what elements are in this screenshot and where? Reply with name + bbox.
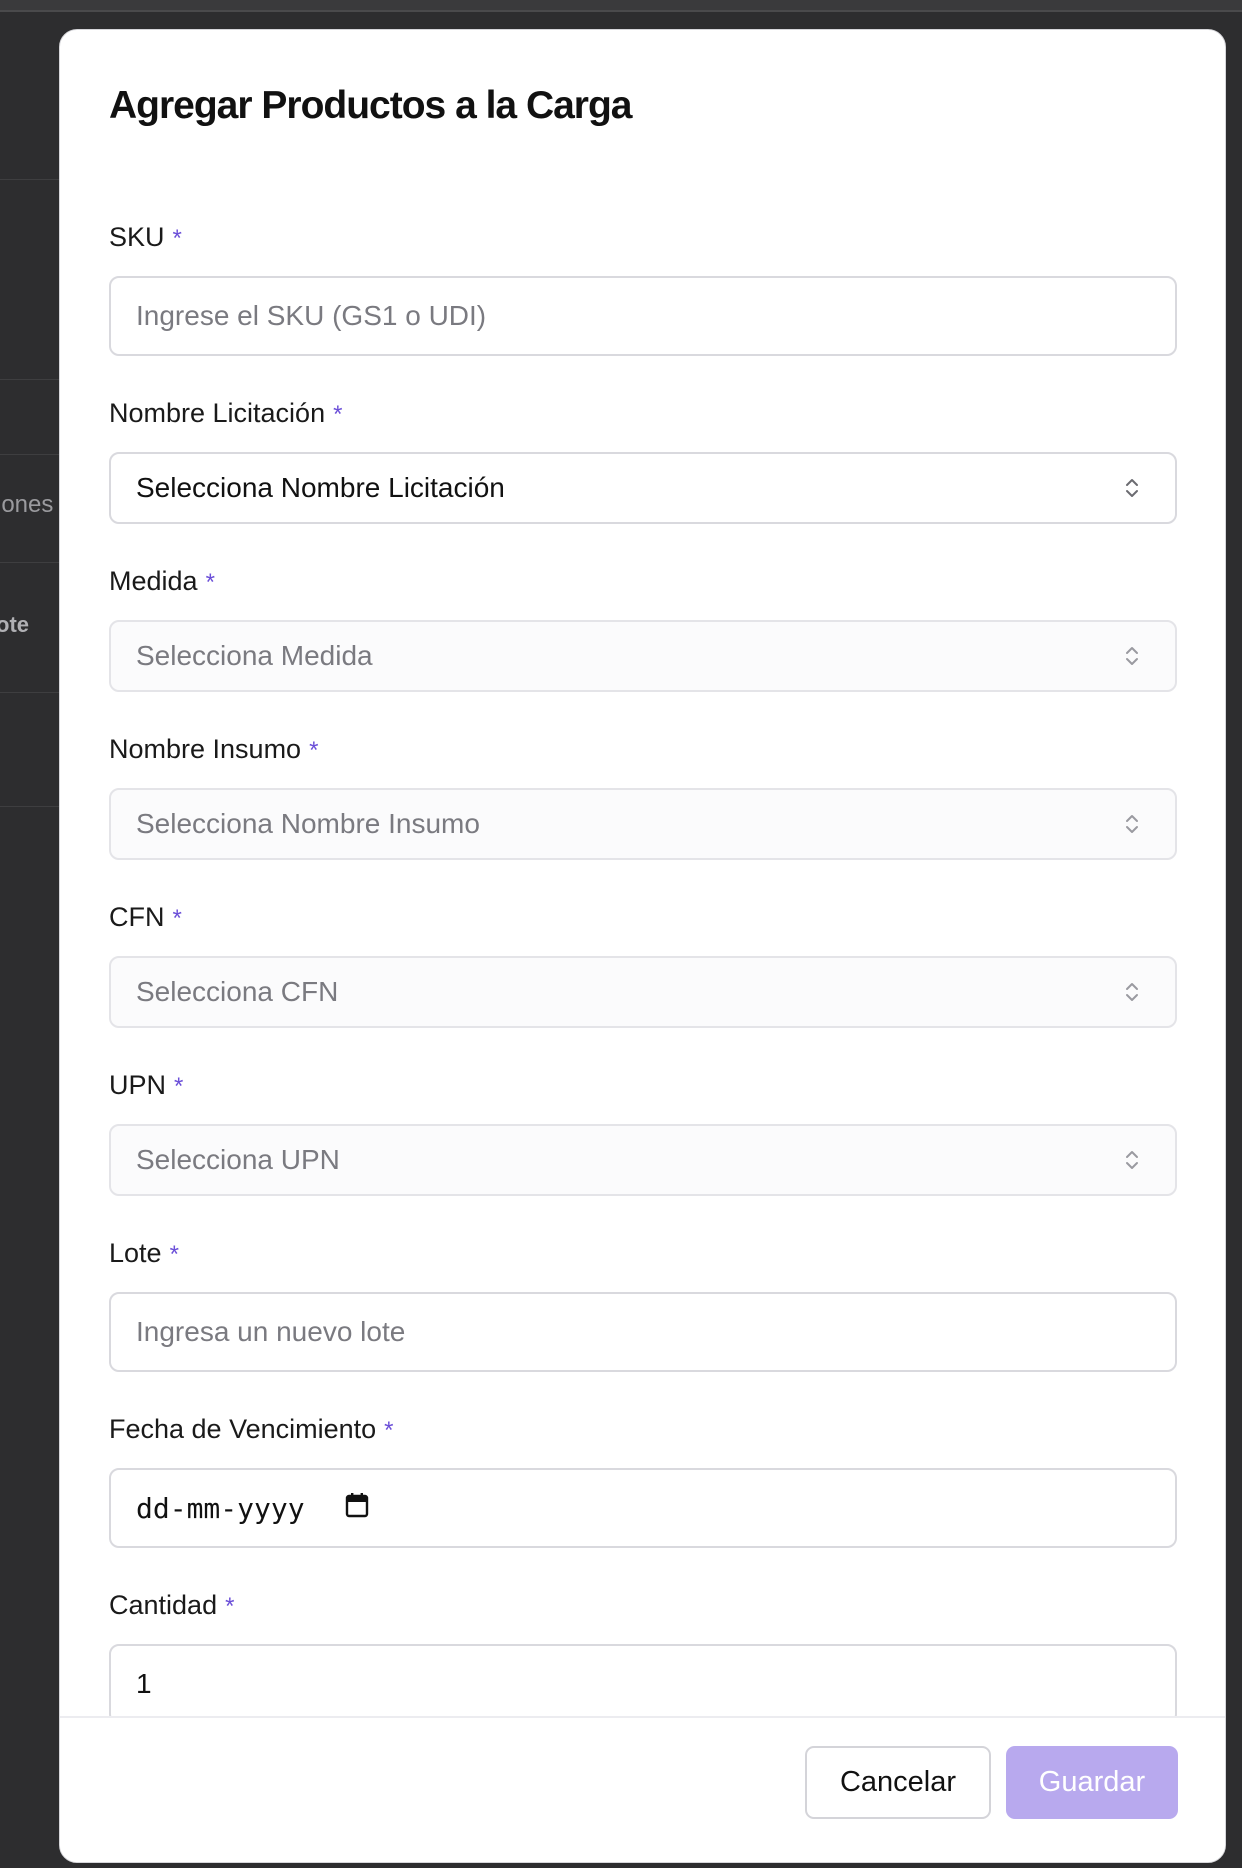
- medida-select[interactable]: Selecciona Medida: [109, 620, 1177, 692]
- chevron-up-down-icon: [1124, 644, 1140, 668]
- required-marker: *: [384, 1417, 394, 1444]
- fecha-label: Fecha de Vencimiento *: [109, 1414, 394, 1445]
- insumo-select[interactable]: Selecciona Nombre Insumo: [109, 788, 1177, 860]
- insumo-label: Nombre Insumo *: [109, 734, 318, 765]
- background-row: [0, 180, 60, 380]
- background-row: [0, 693, 60, 807]
- chevron-up-down-icon: [1124, 980, 1140, 1004]
- calendar-icon[interactable]: [345, 1492, 369, 1525]
- cantidad-input[interactable]: [109, 1644, 1177, 1724]
- cantidad-label-text: Cantidad: [109, 1590, 218, 1620]
- cantidad-label: Cantidad *: [109, 1590, 234, 1621]
- background-text: iones: [0, 491, 54, 518]
- modal-title: Agregar Productos a la Carga: [109, 84, 632, 127]
- sku-label: SKU *: [109, 222, 182, 253]
- required-marker: *: [172, 905, 182, 932]
- upn-select-value: Selecciona UPN: [136, 1144, 340, 1175]
- insumo-select-value: Selecciona Nombre Insumo: [136, 808, 480, 839]
- lote-label: Lote *: [109, 1238, 179, 1269]
- lote-label-text: Lote: [109, 1238, 162, 1268]
- chevron-up-down-icon: [1124, 812, 1140, 836]
- background-row: ote: [0, 563, 60, 693]
- required-marker: *: [172, 225, 182, 252]
- chevron-up-down-icon: [1124, 1148, 1140, 1172]
- required-marker: *: [169, 1241, 179, 1268]
- cfn-select[interactable]: Selecciona CFN: [109, 956, 1177, 1028]
- upn-label-text: UPN: [109, 1070, 167, 1100]
- cfn-label: CFN *: [109, 902, 182, 933]
- chevron-up-down-icon: [1124, 476, 1140, 500]
- background-top-bar: [0, 0, 1242, 12]
- licitacion-label: Nombre Licitación *: [109, 398, 342, 429]
- cfn-label-text: CFN: [109, 902, 165, 932]
- licitacion-select-value: Selecciona Nombre Licitación: [136, 472, 505, 503]
- upn-label: UPN *: [109, 1070, 183, 1101]
- background-row: iones: [0, 455, 60, 563]
- lote-input[interactable]: [109, 1292, 1177, 1372]
- required-marker: *: [333, 401, 343, 428]
- licitacion-label-text: Nombre Licitación: [109, 398, 326, 428]
- background-text: ote: [0, 612, 29, 637]
- required-marker: *: [225, 1593, 235, 1620]
- upn-select[interactable]: Selecciona UPN: [109, 1124, 1177, 1196]
- modal-footer: Cancelar Guardar: [60, 1716, 1225, 1862]
- medida-select-value: Selecciona Medida: [136, 640, 373, 671]
- background-row: [0, 380, 60, 455]
- date-placeholder: dd-mm-yyyy: [136, 1491, 305, 1525]
- medida-label: Medida *: [109, 566, 215, 597]
- licitacion-select[interactable]: Selecciona Nombre Licitación: [109, 452, 1177, 524]
- fecha-label-text: Fecha de Vencimiento: [109, 1414, 377, 1444]
- save-button[interactable]: Guardar: [1006, 1746, 1178, 1819]
- cfn-select-value: Selecciona CFN: [136, 976, 339, 1007]
- required-marker: *: [174, 1073, 184, 1100]
- required-marker: *: [205, 569, 215, 596]
- sku-label-text: SKU: [109, 222, 165, 252]
- sku-input[interactable]: [109, 276, 1177, 356]
- expiration-date-input[interactable]: dd-mm-yyyy: [109, 1468, 1177, 1548]
- medida-label-text: Medida: [109, 566, 198, 596]
- add-products-modal: Agregar Productos a la Carga SKU * Nombre…: [59, 29, 1226, 1863]
- background-row: [0, 12, 60, 180]
- insumo-label-text: Nombre Insumo: [109, 734, 302, 764]
- required-marker: *: [309, 737, 319, 764]
- cancel-button[interactable]: Cancelar: [805, 1746, 991, 1819]
